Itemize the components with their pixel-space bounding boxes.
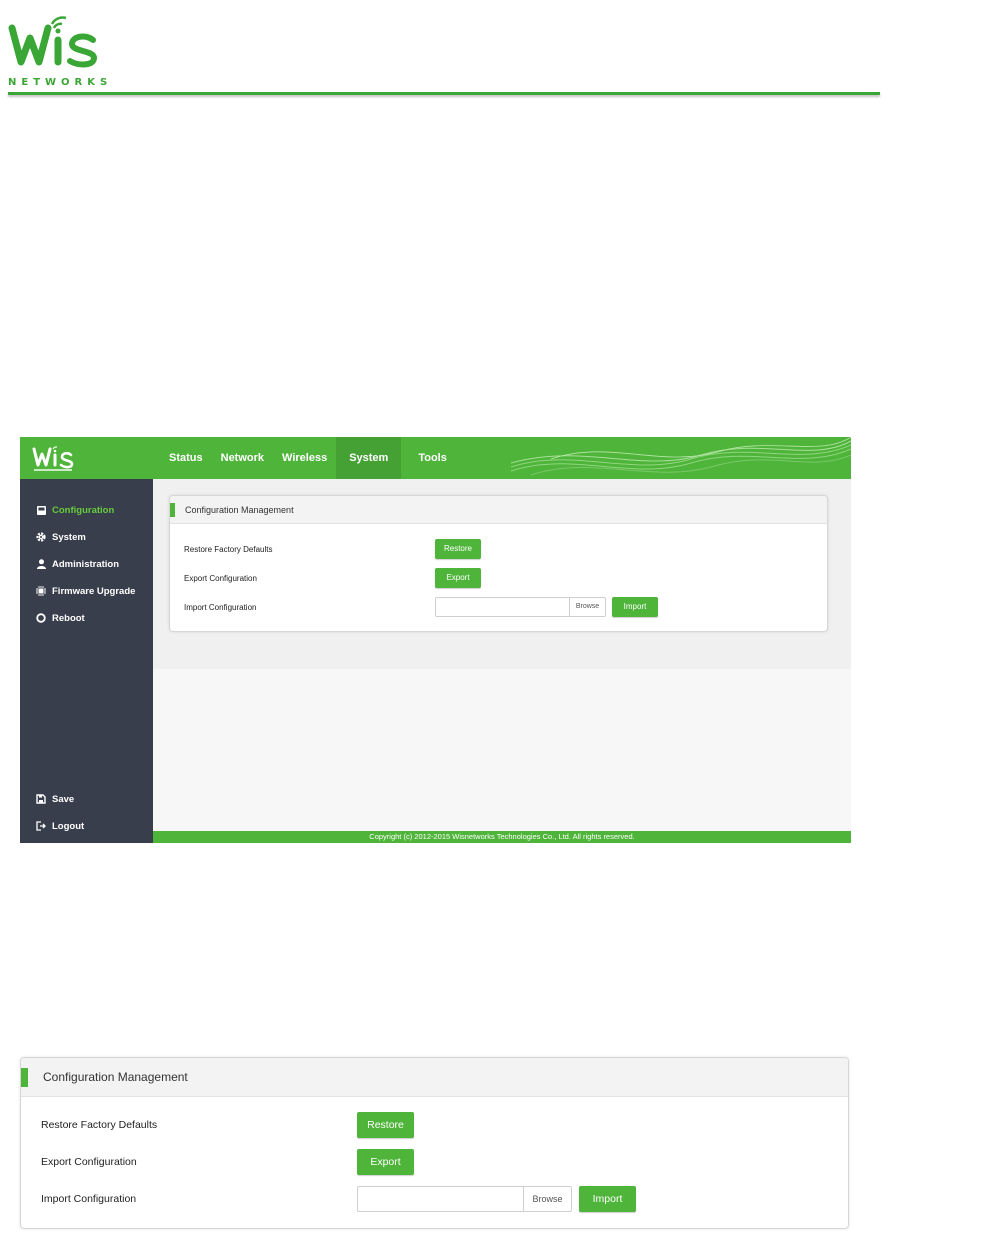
footer-copyright: Copyright (c) 2012-2015 Wisnetworks Tech… (153, 831, 851, 843)
configuration-management-panel-zoomed: Configuration Management Restore Factory… (20, 1057, 849, 1229)
panel-header: Configuration Management (170, 496, 827, 524)
restore-button[interactable]: Restore (435, 539, 481, 559)
sidebar-item-label: Logout (52, 820, 85, 832)
nav-network[interactable]: Network (212, 437, 273, 479)
save-icon (36, 794, 46, 804)
router-admin-window: Status Network Wireless System Tools Con… (20, 437, 851, 843)
document-logo: NETWORKS (8, 14, 107, 88)
configuration-management-panel: Configuration Management Restore Factory… (169, 495, 828, 632)
panel-title: Configuration Management (43, 1070, 188, 1084)
sidebar: Configuration System Administration Firm… (20, 479, 153, 843)
panel-header: Configuration Management (21, 1058, 848, 1097)
export-config-label: Export Configuration (41, 1156, 137, 1168)
sidebar-item-reboot[interactable]: Reboot (36, 609, 85, 627)
panel-title: Configuration Management (185, 505, 294, 515)
wis-logo-small-icon (32, 446, 74, 471)
logo-subtext: NETWORKS (8, 77, 113, 88)
app-logo[interactable] (32, 443, 76, 478)
sidebar-item-configuration[interactable]: Configuration (36, 501, 114, 519)
gear-icon (36, 532, 46, 542)
main-nav: Status Network Wireless System Tools (160, 437, 456, 479)
sidebar-item-administration[interactable]: Administration (36, 555, 119, 573)
sidebar-item-logout[interactable]: Logout (36, 817, 84, 835)
import-config-label: Import Configuration (41, 1193, 137, 1205)
import-file-input[interactable]: Browse (435, 597, 606, 617)
export-button[interactable]: Export (357, 1149, 414, 1175)
sidebar-item-label: System (52, 531, 86, 543)
sidebar-item-system[interactable]: System (36, 528, 86, 546)
sidebar-item-label: Configuration (52, 504, 115, 516)
restore-button[interactable]: Restore (357, 1112, 414, 1138)
nav-system[interactable]: System (336, 437, 402, 479)
sidebar-item-label: Reboot (52, 612, 85, 624)
nav-tools[interactable]: Tools (409, 437, 456, 479)
decorative-wave-icon (511, 437, 851, 476)
disk-icon (36, 505, 46, 515)
header-accent-bar (170, 503, 175, 517)
sidebar-item-label: Administration (52, 558, 120, 570)
import-button[interactable]: Import (579, 1186, 636, 1212)
chip-icon (36, 586, 46, 596)
nav-wireless[interactable]: Wireless (273, 437, 336, 479)
browse-button[interactable]: Browse (523, 1187, 571, 1211)
sidebar-item-firmware-upgrade[interactable]: Firmware Upgrade (36, 582, 135, 600)
import-button[interactable]: Import (612, 597, 658, 617)
wis-logo-icon (8, 16, 98, 68)
power-icon (36, 613, 46, 623)
content-area: Configuration Management Restore Factory… (153, 479, 851, 831)
header-divider (8, 92, 880, 95)
nav-status[interactable]: Status (160, 437, 212, 479)
browse-button[interactable]: Browse (569, 598, 605, 616)
restore-defaults-label: Restore Factory Defaults (41, 1119, 158, 1131)
logout-icon (36, 821, 46, 831)
top-navigation-bar: Status Network Wireless System Tools (20, 437, 851, 479)
export-button[interactable]: Export (435, 568, 481, 588)
import-file-input[interactable]: Browse (357, 1186, 572, 1212)
export-config-label: Export Configuration (184, 574, 257, 583)
sidebar-item-save[interactable]: Save (36, 790, 74, 808)
user-icon (36, 559, 46, 569)
sidebar-item-label: Firmware Upgrade (52, 585, 136, 597)
restore-defaults-label: Restore Factory Defaults (184, 545, 273, 554)
import-config-label: Import Configuration (184, 603, 257, 612)
sidebar-item-label: Save (52, 793, 75, 805)
header-accent-bar (21, 1068, 28, 1087)
